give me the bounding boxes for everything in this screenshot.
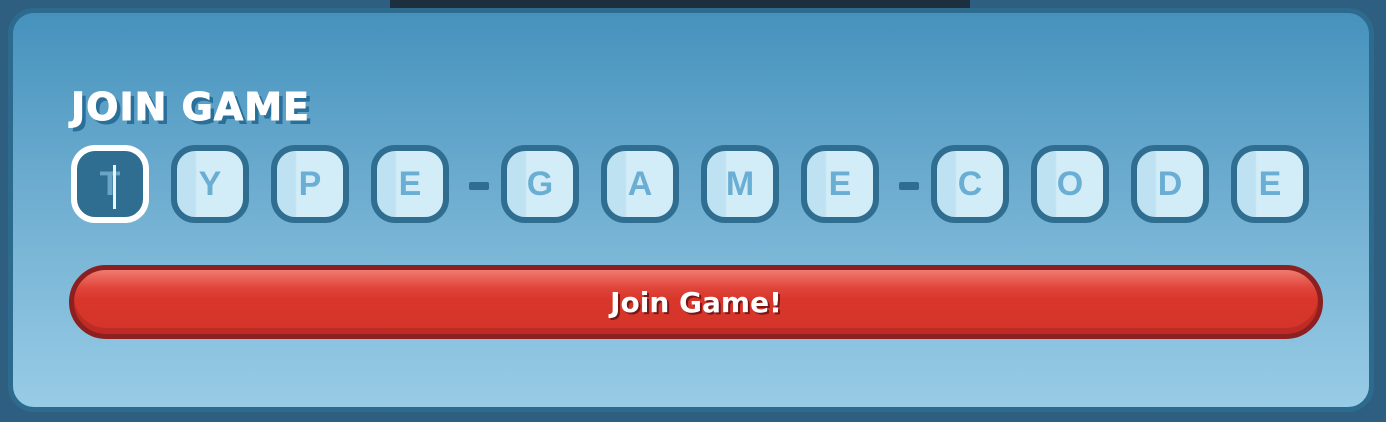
code-slot-2[interactable]: Y	[171, 145, 249, 223]
text-caret	[113, 165, 116, 209]
code-separator	[469, 182, 489, 190]
code-slot-10[interactable]: O	[1031, 145, 1109, 223]
code-slot-char: E	[1258, 164, 1282, 203]
code-slot-12[interactable]: E	[1231, 145, 1309, 223]
code-slot-8[interactable]: E	[801, 145, 879, 223]
code-slot-char: G	[526, 164, 554, 203]
background-strip	[390, 0, 970, 8]
code-slot-6[interactable]: A	[601, 145, 679, 223]
code-slot-char: A	[627, 164, 653, 203]
code-slot-3[interactable]: P	[271, 145, 349, 223]
dialog-title: JOIN GAME	[71, 85, 310, 130]
code-slot-char: P	[298, 164, 322, 203]
code-slot-char: C	[957, 164, 983, 203]
code-slot-1[interactable]: T	[71, 145, 149, 223]
code-slot-char: T	[99, 164, 121, 203]
code-separator	[899, 182, 919, 190]
join-game-button[interactable]: Join Game!	[69, 265, 1323, 339]
code-slot-7[interactable]: M	[701, 145, 779, 223]
join-game-button-label: Join Game!	[610, 285, 782, 319]
code-slot-char: Y	[198, 164, 222, 203]
code-slot-5[interactable]: G	[501, 145, 579, 223]
code-slot-9[interactable]: C	[931, 145, 1009, 223]
code-slot-char: O	[1056, 164, 1084, 203]
code-slot-char: D	[1157, 164, 1183, 203]
code-slot-char: M	[725, 164, 755, 203]
code-slot-char: E	[828, 164, 852, 203]
code-slot-char: E	[398, 164, 422, 203]
code-slot-11[interactable]: D	[1131, 145, 1209, 223]
join-game-panel: JOIN GAME T Y P E G A M E C O D E Join G…	[8, 8, 1374, 412]
code-slot-4[interactable]: E	[371, 145, 449, 223]
